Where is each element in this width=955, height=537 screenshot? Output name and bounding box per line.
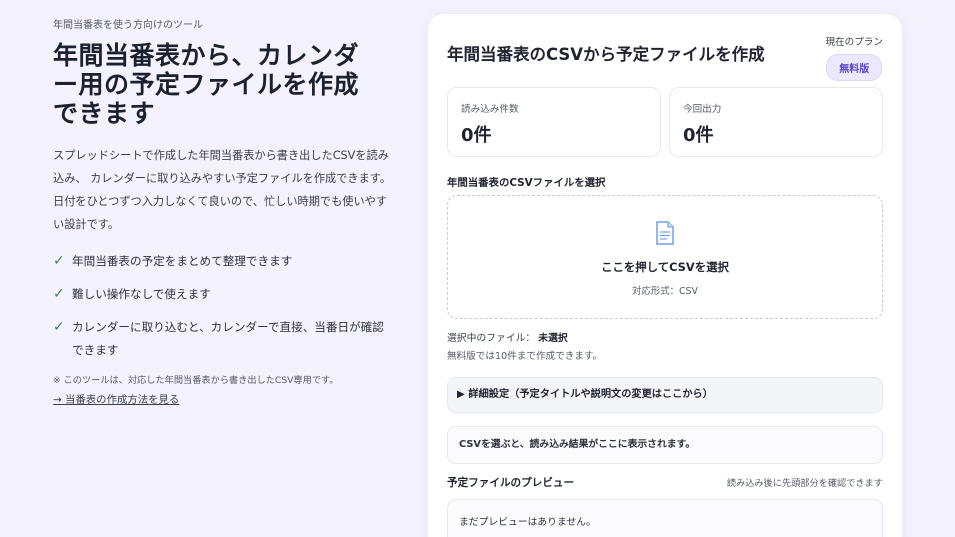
hero-title: 年間当番表から、カレンダ ー用の予定ファイルを作成 できます — [53, 41, 393, 128]
dropzone-title: ここを押してCSVを選択 — [601, 260, 729, 274]
feature-text: 難しい操作なしで使えます — [72, 287, 211, 301]
stat-value: 0件 — [683, 125, 714, 146]
feature-item: ✓ カレンダーに取り込むと、カレンダーで直接、当番日が確認できます — [53, 316, 393, 362]
document-icon — [655, 221, 675, 245]
feature-text: 年間当番表の予定をまとめて整理できます — [72, 254, 293, 268]
check-icon: ✓ — [53, 253, 65, 269]
feature-list: ✓ 年間当番表の予定をまとめて整理できます ✓ 難しい操作なしで使えます ✓ カ… — [53, 250, 393, 362]
upload-label: 年間当番表のCSVファイルを選択 — [447, 177, 606, 189]
load-result-message: CSVを選ぶと、読み込み結果がここに表示されます。 — [447, 426, 883, 464]
dropzone-format: 対応形式：CSV — [632, 286, 698, 297]
selected-file: 選択中のファイル： 未選択 — [447, 330, 568, 344]
current-plan: 現在のプラン 無料版 — [825, 34, 883, 81]
stat-label: 今回出力 — [683, 104, 722, 115]
free-limit-text: 無料版では10件まで作成できます。 — [447, 351, 603, 362]
lead-paragraph: スプレッドシートで作成した年間当番表から書き出したCSVを読み込み、 カレンダー… — [53, 149, 392, 231]
stat-label: 読み込み件数 — [461, 104, 519, 115]
preview-hint: 読み込み後に先頭部分を確認できます — [726, 478, 883, 489]
stat-loaded-count: 読み込み件数 0件 — [447, 87, 661, 157]
selected-file-value: 未選択 — [538, 333, 568, 344]
eyebrow-text: 年間当番表を使う方向けのツール — [53, 20, 203, 31]
preview-header: 予定ファイルのプレビュー 読み込み後に先頭部分を確認できます — [447, 475, 883, 490]
csv-only-note: ※ このツールは、対応した年間当番表から書き出したCSV専用です。 — [53, 375, 339, 386]
how-to-create-link[interactable]: → 当番表の作成方法を見る — [53, 391, 179, 406]
hero-title-line: 年間当番表から、カレンダ — [53, 41, 360, 70]
check-icon: ✓ — [53, 286, 65, 302]
hero-title-line: ー用の予定ファイルを作成 — [53, 70, 360, 99]
feature-item: ✓ 難しい操作なしで使えます — [53, 283, 393, 306]
intro-panel: 年間当番表を使う方向けのツール 年間当番表から、カレンダ ー用の予定ファイルを作… — [53, 16, 393, 407]
advanced-settings-toggle[interactable]: ▶ 詳細設定（予定タイトルや説明文の変更はここから） — [447, 377, 883, 413]
plan-badge: 無料版 — [826, 54, 883, 81]
preview-title: 予定ファイルのプレビュー — [447, 477, 575, 489]
converter-card: 年間当番表のCSVから予定ファイルを作成 現在のプラン 無料版 読み込み件数 0… — [428, 14, 902, 537]
feature-item: ✓ 年間当番表の予定をまとめて整理できます — [53, 250, 393, 273]
feature-text: カレンダーに取り込むと、カレンダーで直接、当番日が確認できます — [72, 320, 384, 357]
check-icon: ✓ — [53, 319, 65, 335]
preview-box: まだプレビューはありません。 — [447, 499, 883, 537]
csv-dropzone[interactable]: ここを押してCSVを選択 対応形式：CSV — [447, 195, 883, 319]
hero-title-line: できます — [53, 99, 156, 128]
stat-value: 0件 — [461, 125, 492, 146]
selected-file-label: 選択中のファイル： — [447, 333, 536, 344]
stat-output-count: 今回出力 0件 — [669, 87, 883, 157]
card-title: 年間当番表のCSVから予定ファイルを作成 — [447, 45, 765, 64]
plan-label: 現在のプラン — [825, 37, 883, 48]
